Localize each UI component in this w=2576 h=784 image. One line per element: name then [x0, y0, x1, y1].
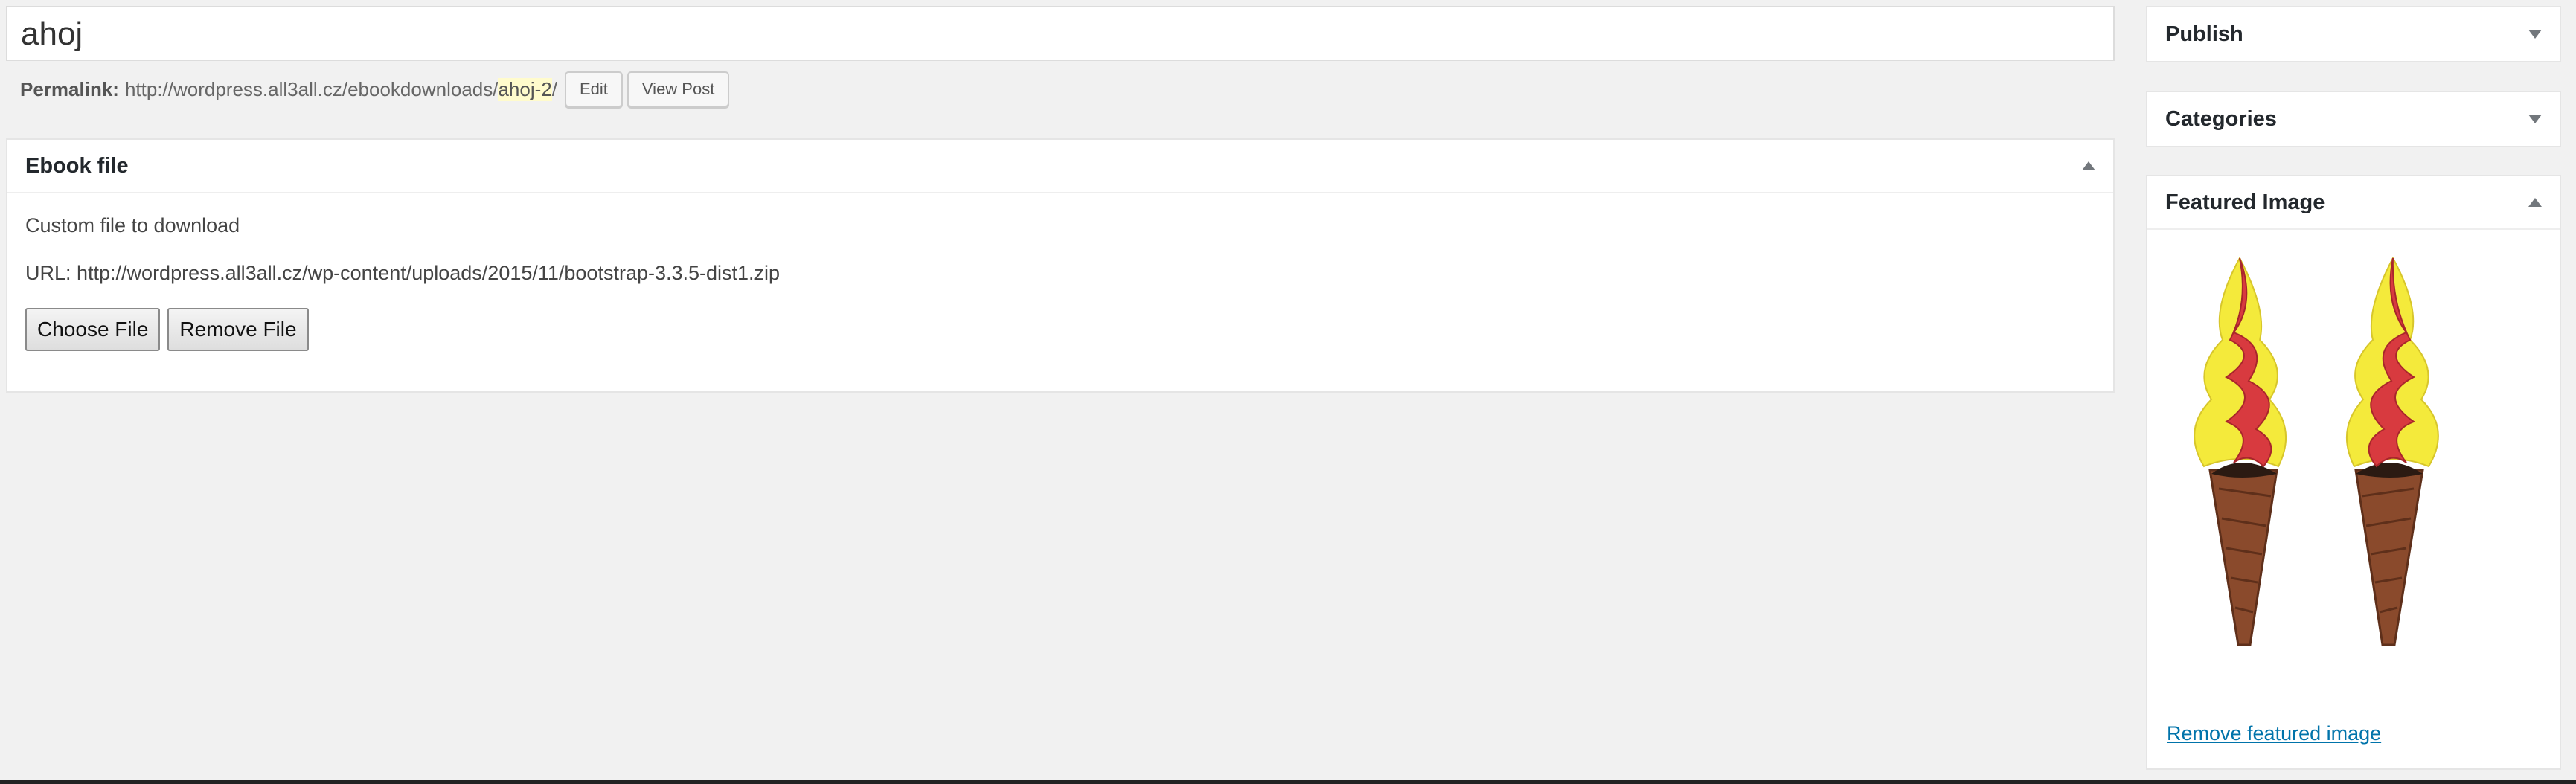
- remove-featured-image-link[interactable]: Remove featured image: [2167, 722, 2381, 745]
- ebook-file-title: Ebook file: [25, 153, 129, 178]
- edit-permalink-button[interactable]: Edit: [564, 71, 623, 107]
- ice-cream-cone-right: [2346, 256, 2439, 646]
- categories-metabox: Categories: [2146, 91, 2561, 147]
- categories-title: Categories: [2165, 106, 2277, 131]
- publish-header[interactable]: Publish: [2147, 7, 2560, 61]
- arrow-up-icon[interactable]: [2528, 198, 2542, 207]
- post-title-input[interactable]: ahoj: [6, 6, 2115, 61]
- categories-header[interactable]: Categories: [2147, 92, 2560, 146]
- featured-image-header[interactable]: Featured Image: [2147, 176, 2560, 230]
- ebook-file-metabox: Ebook file Custom file to download URL: …: [6, 138, 2115, 393]
- permalink-label: Permalink:: [20, 77, 119, 100]
- ebook-file-url: URL: http://wordpress.all3all.cz/wp-cont…: [25, 262, 781, 284]
- arrow-down-icon[interactable]: [2528, 30, 2542, 39]
- permalink-row: Permalink: http://wordpress.all3all.cz/e…: [20, 71, 730, 107]
- view-post-button[interactable]: View Post: [627, 71, 730, 107]
- remove-file-button[interactable]: Remove File: [167, 308, 309, 351]
- choose-file-button[interactable]: Choose File: [25, 308, 161, 351]
- permalink-trailing: /: [551, 77, 557, 100]
- publish-metabox: Publish: [2146, 6, 2561, 62]
- ice-cream-cone-left: [2194, 256, 2287, 646]
- ebook-file-content: Custom file to download URL: http://word…: [7, 193, 2113, 367]
- ebook-file-header[interactable]: Ebook file: [7, 140, 2113, 193]
- bottom-edge: [0, 780, 2576, 784]
- permalink-slug[interactable]: ahoj-2: [498, 77, 552, 101]
- featured-image-title: Featured Image: [2165, 190, 2325, 214]
- arrow-down-icon[interactable]: [2528, 115, 2542, 123]
- ice-cream-image: [2194, 256, 2439, 646]
- permalink-base-url: http://wordpress.all3all.cz/ebookdownloa…: [124, 77, 499, 100]
- arrow-up-icon[interactable]: [2082, 161, 2095, 170]
- ebook-description: Custom file to download: [25, 214, 240, 237]
- publish-title: Publish: [2165, 22, 2243, 46]
- featured-image-thumbnail[interactable]: [2167, 251, 2473, 693]
- featured-image-metabox: Featured Image Remove featured image: [2146, 175, 2561, 770]
